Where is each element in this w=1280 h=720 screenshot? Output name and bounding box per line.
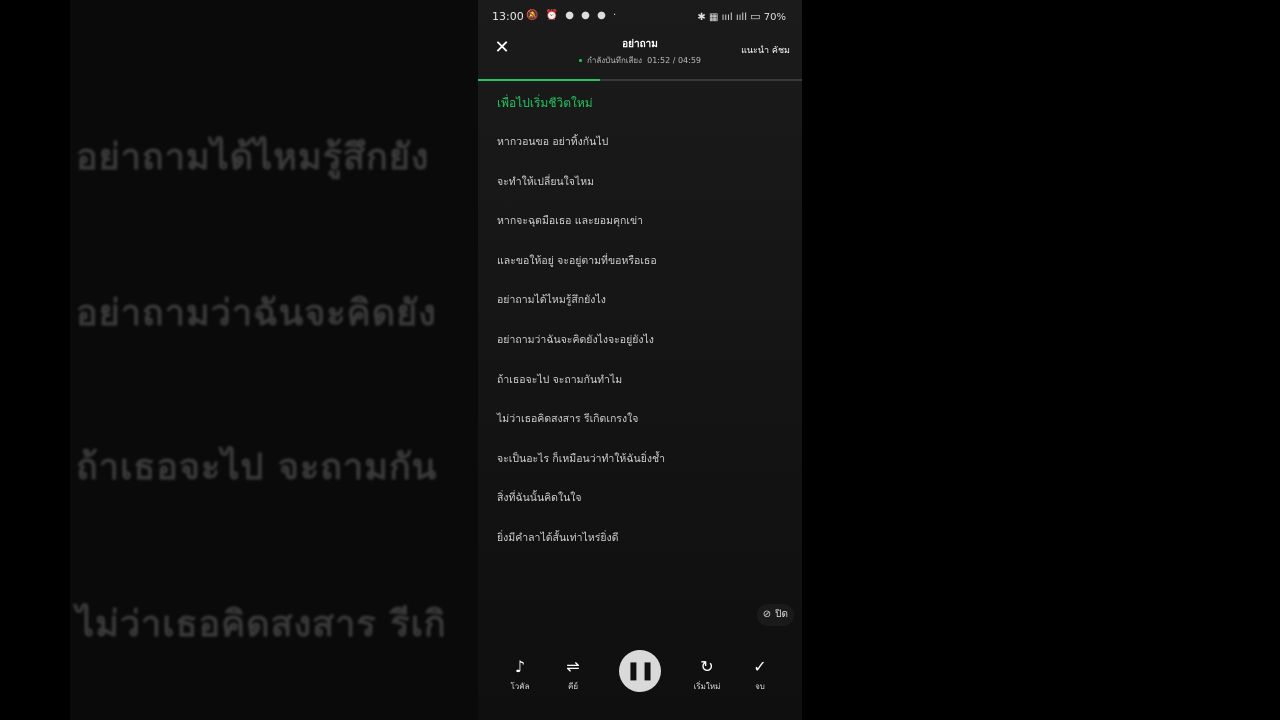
vocal-label: โวคัล	[510, 682, 530, 691]
signal-icons: ✱ ▦ ıııl ııll	[697, 12, 747, 23]
key-label: คีย์	[567, 682, 579, 691]
lyrics-lock-toggle[interactable]: ⊘ ปิด	[756, 604, 794, 626]
lyric-line: สิ่งที่ฉันนั้นคิดในใจ	[497, 492, 582, 505]
player-controls: ♪ โวคัล ⇌ คีย์ ❚❚ ↻ เริ่มใหม่ ✓ จบ	[478, 648, 802, 720]
background-lyric-3: ถ้าเธอจะไป จะถามกัน	[76, 447, 438, 488]
vocal-button[interactable]: ♪ โวคัล	[500, 656, 540, 693]
lyric-line: อย่าถามได้ไหมรู้สึกยังไง	[497, 294, 606, 307]
music-note-icon: ♪	[514, 657, 526, 676]
finish-label: จบ	[755, 682, 765, 691]
background-lyric-4: ไม่ว่าเธอคิดสงสาร รีเกิ	[76, 604, 447, 645]
lyric-line: ไม่ว่าเธอคิดสงสาร รีเกิดเกรงใจ	[497, 413, 639, 426]
status-bar: 13:00 🔕 ⏰ ● ● ● · ✱ ▦ ıııl ııll ▭ 70%	[478, 8, 802, 28]
lyric-line: อย่าถามว่าฉันจะคิดยังไงจะอยู่ยังไง	[497, 333, 654, 346]
restart-button[interactable]: ↻ เริ่มใหม่	[687, 656, 727, 693]
battery-icon: ▭	[750, 10, 761, 23]
pause-icon: ❚❚	[625, 660, 655, 681]
background-lyric-2: อย่าถามว่าฉันจะคิดยัง	[76, 293, 437, 334]
restart-icon: ↻	[700, 657, 714, 676]
playback-progress[interactable]	[478, 79, 802, 81]
lyric-line: ถ้าเธอจะไป จะถามกันทำไม	[497, 373, 623, 386]
pause-button[interactable]: ❚❚	[619, 650, 661, 692]
system-icons: ✱ ▦ ıııl ııll ▭ 70%	[697, 10, 786, 23]
checkmark-icon: ✓	[753, 657, 767, 676]
lyric-line: และขอให้อยู่ จะอยู่ตามที่ขอหรือเธอ	[497, 254, 657, 267]
background-left-edge	[0, 0, 70, 720]
current-lyric-line: เพื่อไปเริ่มชีวิตใหม่	[497, 96, 593, 110]
recording-status-text: กำลังบันทึกเสียง	[586, 56, 643, 65]
player-header: ✕ อย่าถาม กำลังบันทึกเสียง 01:52 / 04:59…	[478, 30, 802, 80]
recording-dot-icon	[578, 59, 582, 62]
lyric-line: จะเป็นอะไร ก็เหมือนว่าทำให้ฉันยิ่งช้ำ	[497, 452, 665, 465]
restart-label: เริ่มใหม่	[693, 682, 721, 691]
notification-icons: 🔕 ⏰ ● ● ● ·	[526, 10, 619, 21]
playback-progress-fill	[478, 79, 600, 81]
lyric-line: จะทำให้เปลี่ยนใจไหม	[497, 175, 595, 188]
lyrics-lock-label: ปิด	[775, 609, 788, 620]
battery-level: 70%	[763, 12, 786, 23]
suggest-button[interactable]: แนะนำ คัชม	[741, 43, 790, 57]
lyric-line: ยิ่งมีคำลาได้สั้นเท่าไหร่ยิ่งดี	[497, 531, 619, 544]
lyric-line: หากจะฉุดมือเธอ และยอมคุกเข่า	[497, 215, 644, 228]
finish-button[interactable]: ✓ จบ	[740, 656, 780, 693]
background-right-area	[802, 0, 1280, 720]
lyrics-panel: เพื่อไปเริ่มชีวิตใหม่ หากวอนขอ อย่าทิ้งก…	[497, 90, 787, 566]
phone-screen: 13:00 🔕 ⏰ ● ● ● · ✱ ▦ ıııl ııll ▭ 70% ✕ …	[478, 0, 802, 720]
key-button[interactable]: ⇌ คีย์	[553, 656, 593, 693]
lyric-line: หากวอนขอ อย่าทิ้งกันไป	[497, 136, 609, 148]
sliders-icon: ⇌	[566, 657, 580, 676]
status-time: 13:00	[492, 10, 524, 23]
lock-off-icon: ⊘	[762, 609, 772, 620]
time-progress: 01:52 / 04:59	[647, 56, 701, 65]
background-lyric-1: อย่าถามได้ไหมรู้สึกยัง	[76, 137, 430, 178]
